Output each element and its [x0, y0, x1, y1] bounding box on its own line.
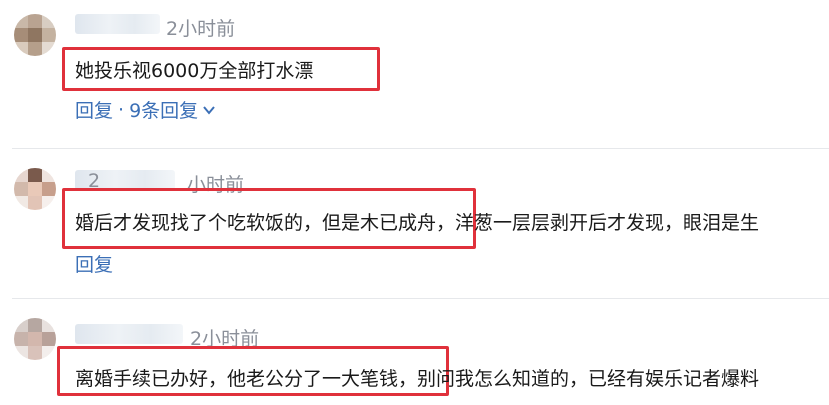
- comment-text: 她投乐视6000万全部打水漂: [75, 60, 314, 82]
- avatar[interactable]: [14, 318, 56, 360]
- comment-actions: 回复 · 9条回复: [75, 96, 216, 123]
- avatar[interactable]: [14, 14, 56, 56]
- username-blurred[interactable]: [75, 14, 160, 34]
- comment-text: 离婚手续已办好，他老公分了一大笔钱，别问我怎么知道的，已经有娱乐记者爆料: [75, 368, 760, 390]
- reply-button[interactable]: 回复: [75, 250, 113, 277]
- username-blurred[interactable]: [75, 324, 183, 344]
- chevron-down-icon: [203, 105, 215, 115]
- reply-button[interactable]: 回复: [75, 96, 113, 123]
- comment-actions: 回复: [75, 250, 113, 277]
- timestamp: 2小时前: [166, 18, 236, 40]
- avatar[interactable]: [14, 168, 56, 210]
- view-replies-label: 9条回复: [129, 100, 199, 122]
- comment-text: 婚后才发现找了个吃软饭的，但是木已成舟，洋葱一层层剥开后才发现，眼泪是生: [75, 212, 760, 234]
- comment-list: 2小时前 她投乐视6000万全部打水漂 回复 · 9条回复 2 小时前 婚后才发…: [0, 0, 829, 405]
- divider: [12, 298, 829, 299]
- view-replies-button[interactable]: 9条回复: [129, 96, 216, 123]
- separator: ·: [118, 98, 125, 121]
- divider: [12, 148, 829, 149]
